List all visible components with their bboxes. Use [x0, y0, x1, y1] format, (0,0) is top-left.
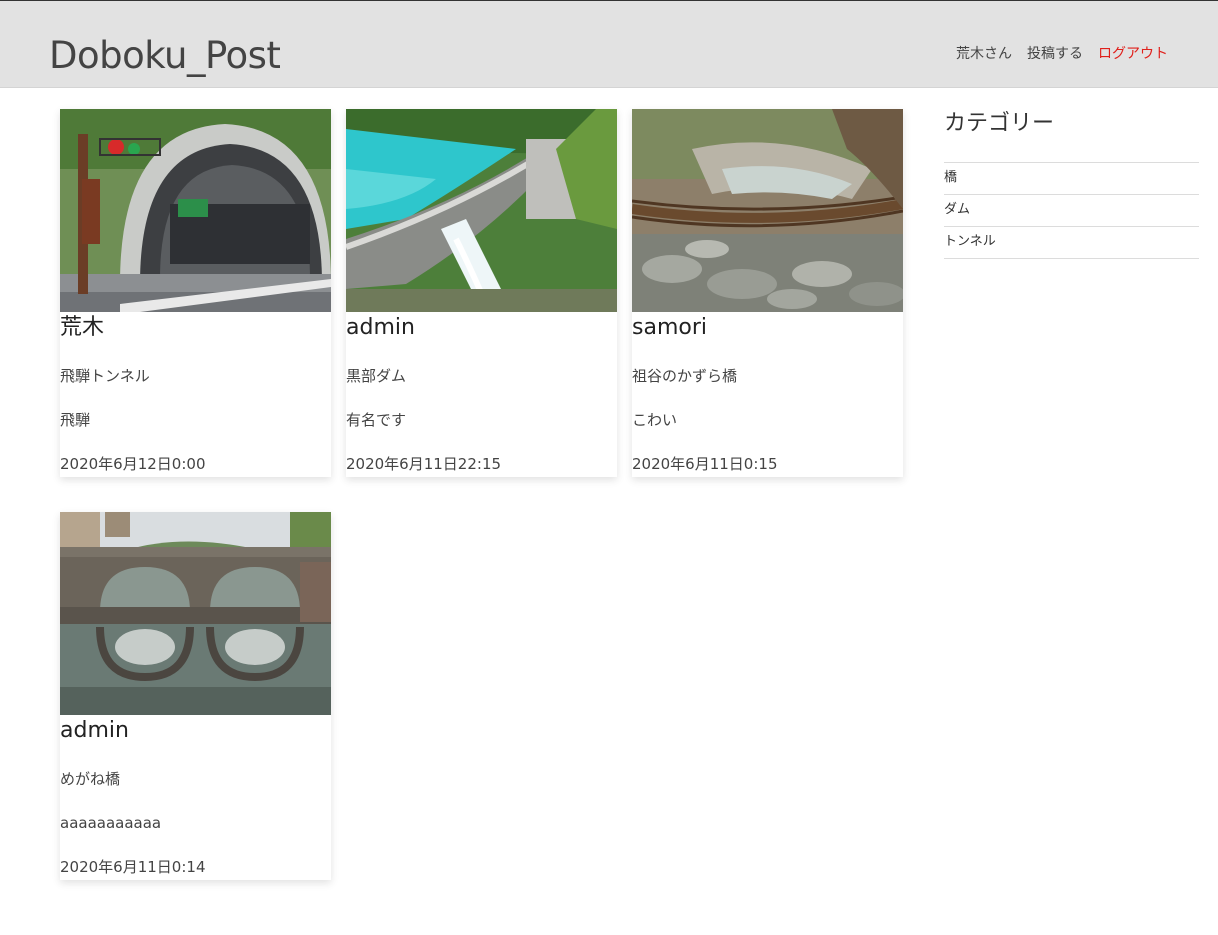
category-list: 橋 ダム トンネル — [944, 162, 1199, 259]
post-author: 荒木 — [60, 315, 105, 340]
nav-logout-link[interactable]: ログアウト — [1098, 45, 1168, 63]
post-author: samori — [632, 315, 707, 340]
tunnel-photo-icon — [60, 109, 331, 312]
post-body: aaaaaaaaaaa — [60, 814, 162, 832]
post-date: 2020年6月11日0:15 — [632, 455, 778, 473]
category-item-bridge[interactable]: 橋 — [944, 163, 1199, 195]
post-card[interactable]: samori 祖谷のかずら橋 こわい 2020年6月11日0:15 — [632, 109, 903, 477]
sidebar-heading: カテゴリー — [944, 111, 1055, 136]
post-date: 2020年6月12日0:00 — [60, 455, 206, 473]
post-body: こわい — [632, 411, 678, 429]
post-image-stone-bridge[interactable] — [60, 512, 331, 715]
category-sidebar: カテゴリー 橋 ダム トンネル — [944, 110, 1199, 259]
post-card[interactable]: 荒木 飛騨トンネル 飛騨 2020年6月12日0:00 — [60, 109, 331, 477]
post-title: 祖谷のかずら橋 — [632, 367, 738, 385]
post-image-tunnel[interactable] — [60, 109, 331, 312]
post-title: めがね橋 — [60, 770, 121, 788]
category-item-tunnel[interactable]: トンネル — [944, 227, 1199, 259]
category-item-dam[interactable]: ダム — [944, 195, 1199, 227]
post-date: 2020年6月11日0:14 — [60, 858, 206, 876]
post-author: admin — [60, 718, 129, 743]
nav-post-link[interactable]: 投稿する — [1027, 45, 1083, 63]
site-title[interactable]: Doboku_Post — [49, 34, 281, 78]
post-body: 有名です — [346, 411, 407, 429]
header-nav: 荒木さん 投稿する ログアウト — [956, 45, 1168, 63]
nav-user-link[interactable]: 荒木さん — [956, 45, 1012, 63]
dam-photo-icon — [346, 109, 617, 312]
site-header: Doboku_Post 荒木さん 投稿する ログアウト — [0, 1, 1218, 88]
stone-bridge-photo-icon — [60, 512, 331, 715]
post-title: 飛騨トンネル — [60, 367, 150, 385]
post-card[interactable]: admin 黒部ダム 有名です 2020年6月11日22:15 — [346, 109, 617, 477]
post-author: admin — [346, 315, 415, 340]
post-card[interactable]: admin めがね橋 aaaaaaaaaaa 2020年6月11日0:14 — [60, 512, 331, 880]
post-body: 飛騨 — [60, 411, 91, 429]
vine-bridge-photo-icon — [632, 109, 903, 312]
post-image-dam[interactable] — [346, 109, 617, 312]
post-date: 2020年6月11日22:15 — [346, 455, 502, 473]
post-image-vine-bridge[interactable] — [632, 109, 903, 312]
post-title: 黒部ダム — [346, 367, 407, 385]
